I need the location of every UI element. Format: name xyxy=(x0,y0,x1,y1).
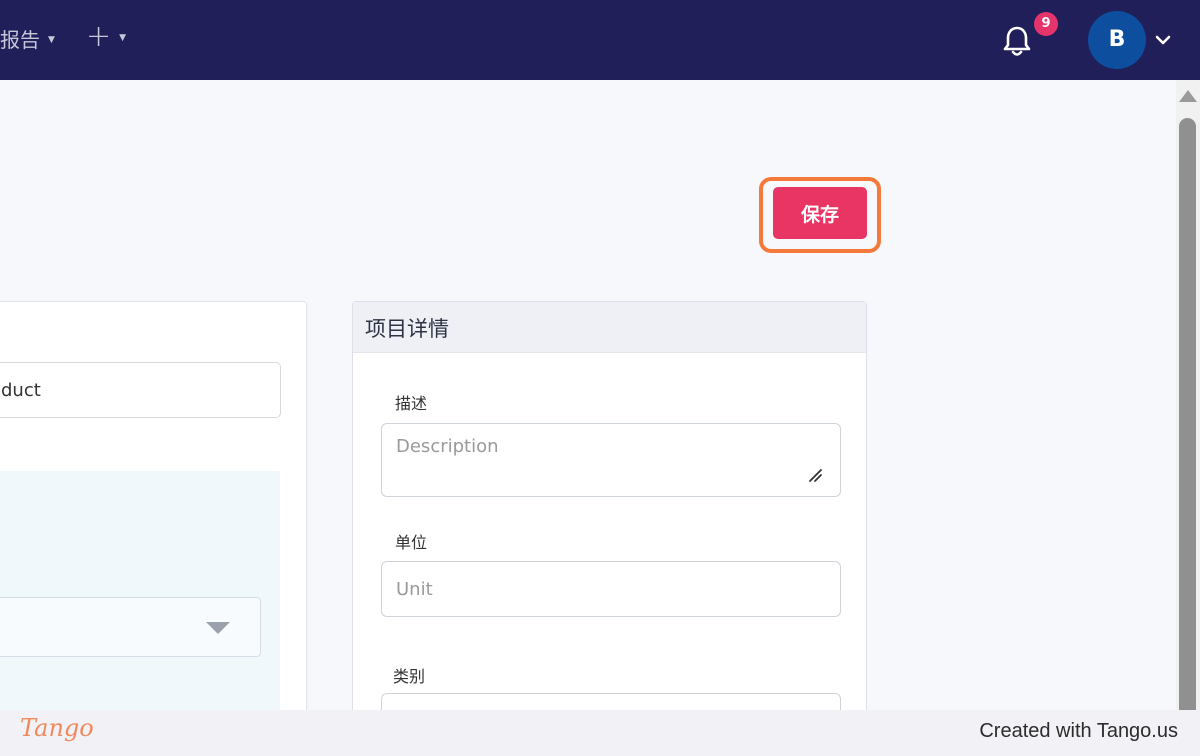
nav-add-menu[interactable]: + ▼ xyxy=(86,22,126,52)
chevron-down-icon[interactable] xyxy=(1155,32,1171,48)
plus-icon: + xyxy=(86,19,112,54)
card-header: 项目详情 xyxy=(353,302,866,353)
created-with-text: Created with Tango.us xyxy=(979,720,1178,742)
vertical-scrollbar[interactable] xyxy=(1176,80,1200,718)
project-details-card: 项目详情 描述 单位 类别 xyxy=(352,301,867,710)
unit-label: 单位 xyxy=(395,533,428,552)
bell-icon[interactable] xyxy=(1000,24,1034,58)
card-title: 项目详情 xyxy=(365,317,449,341)
nav-reports-label: 报告 xyxy=(0,28,40,52)
product-select[interactable] xyxy=(0,597,261,657)
caret-down-icon xyxy=(206,622,230,634)
description-field[interactable] xyxy=(381,423,841,497)
caret-down-icon: ▼ xyxy=(48,34,55,45)
product-name-value: duct xyxy=(1,379,41,401)
save-button[interactable]: 保存 xyxy=(773,187,867,239)
notification-badge: 9 xyxy=(1034,12,1058,36)
avatar[interactable]: B xyxy=(1088,11,1146,69)
main-content: 保存 duct 项目详情 描述 单位 类别 xyxy=(0,80,1176,710)
scroll-up-arrow-icon[interactable] xyxy=(1179,90,1197,102)
scrollbar-thumb[interactable] xyxy=(1179,118,1196,718)
caret-down-icon: ▼ xyxy=(119,33,127,43)
category-label: 类别 xyxy=(393,667,426,686)
resize-handle-icon[interactable] xyxy=(807,467,823,483)
footer: Tango Created with Tango.us xyxy=(0,710,1200,756)
product-name-field[interactable]: duct xyxy=(0,362,281,418)
description-label: 描述 xyxy=(395,394,428,413)
nav-reports-menu[interactable]: 报告 ▼ xyxy=(0,24,55,53)
category-field[interactable] xyxy=(381,693,841,710)
tango-logo: Tango xyxy=(20,714,94,742)
top-nav-bar: 报告 ▼ + ▼ 9 B xyxy=(0,0,1200,80)
product-sub-panel xyxy=(0,471,280,710)
unit-field[interactable] xyxy=(381,561,841,617)
